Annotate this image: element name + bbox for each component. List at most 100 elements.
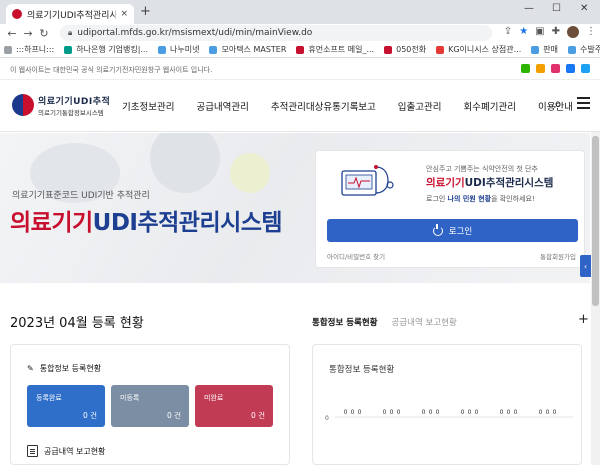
bookmark-item[interactable]: 하나은행 기업뱅킹|...	[64, 44, 148, 55]
nav-item[interactable]: 입출고관리	[398, 99, 442, 113]
logo-title[interactable]: 의료기기UDI추적	[38, 94, 110, 107]
panel-heading-label: 공급내역 보고현황	[44, 446, 106, 456]
status-tabs: 통합정보 등록현황 공급내역 보고현황	[312, 316, 457, 328]
logo-subtitle: 의료기기통합정보시스템	[38, 109, 104, 117]
join-membership-link[interactable]: 통합회원가입	[540, 251, 576, 261]
bookmark-favicon-icon	[64, 45, 73, 54]
bookmark-item[interactable]: 모아텍스 MASTER	[209, 44, 286, 55]
bookmark-favicon-icon	[4, 45, 12, 54]
browser-extension-icons: ⇪ ★ ▣ ✚ ⋮	[504, 26, 596, 38]
data-label: 0	[507, 409, 511, 416]
scrollbar-thumb[interactable]	[592, 136, 599, 306]
site-header: 의료기기UDI추적 의료기기통합정보시스템 기초정보관리 공급내역관리 추적관리대상…	[0, 80, 600, 132]
stat-label: 등록완료	[36, 394, 62, 402]
data-label: 0	[351, 409, 355, 416]
stat-label: 미완료	[204, 394, 224, 402]
data-label: 0	[475, 409, 479, 416]
panel-heading-supply: 공급내역 보고현황	[27, 445, 105, 457]
puzzle-icon[interactable]: ✚	[552, 26, 560, 38]
find-id-password-link[interactable]: 아이디/비밀번호 찾기	[327, 251, 385, 261]
sns-icon[interactable]	[551, 64, 560, 73]
chart-title: 통합정보 등록현황	[329, 365, 395, 375]
more-icon[interactable]: ⋮	[586, 26, 596, 38]
bookmark-item[interactable]: :::하프니:::	[4, 44, 54, 55]
bookmark-label: KG이니시스 상점관...	[448, 45, 522, 54]
mfds-logo-icon[interactable]	[12, 94, 34, 116]
login-card-title: 의료기기UDI추적관리시스템	[426, 175, 553, 190]
panel-heading-label: 통합정보 등록현황	[39, 364, 102, 373]
data-label: 0	[539, 409, 543, 416]
share-icon[interactable]: ⇪	[504, 26, 512, 38]
bookmark-favicon-icon	[384, 45, 393, 54]
sns-icon[interactable]	[521, 64, 530, 73]
login-desc-pre: 로그인	[426, 195, 448, 203]
stat-unregistered[interactable]: 미등록 0 건	[111, 385, 189, 427]
data-label: 0	[500, 409, 504, 416]
quick-menu-toggle[interactable]: ‹	[580, 255, 591, 277]
data-label: 0	[514, 409, 518, 416]
search-icon[interactable]: ⌕	[554, 96, 562, 112]
sns-icon[interactable]	[566, 64, 575, 73]
maximize-icon[interactable]: ☐	[552, 3, 561, 14]
data-label: 0	[461, 409, 465, 416]
nav-item[interactable]: 회수폐기관리	[464, 99, 516, 113]
bookmark-label: :::하프니:::	[16, 45, 55, 54]
new-tab-button[interactable]: +	[140, 4, 151, 19]
sns-icon[interactable]	[536, 64, 545, 73]
stat-incomplete[interactable]: 미완료 0 건	[195, 385, 273, 427]
bookmark-item[interactable]: KG이니시스 상점관...	[436, 44, 521, 55]
sns-links	[521, 64, 590, 73]
data-label: 0	[358, 409, 362, 416]
tab-integrated-info[interactable]: 통합정보 등록현황	[312, 316, 378, 328]
data-label: 0	[344, 409, 348, 416]
stat-label: 미등록	[120, 394, 140, 402]
extension-icon[interactable]: ▣	[535, 26, 544, 38]
bookmark-label: 수발주 웹서비스	[579, 45, 600, 54]
tab-supply-report[interactable]: 공급내역 보고현황	[392, 316, 457, 328]
url-text: udiportal.mfds.go.kr/msismext/udi/min/ma…	[77, 28, 313, 38]
data-label: 0	[468, 409, 472, 416]
data-label: 0	[397, 409, 401, 416]
more-plus-button[interactable]: +	[578, 312, 589, 327]
bookmark-label: 판매	[543, 45, 558, 54]
data-label: 0	[422, 409, 426, 416]
medical-device-illustration	[341, 165, 394, 196]
panel-heading: ✎ 통합정보 등록현황	[27, 363, 101, 374]
browser-tab[interactable]: 의료기기UDI추적관리시스템 ×	[6, 4, 134, 24]
bookmark-item[interactable]: 050전화	[384, 44, 426, 55]
close-window-icon[interactable]: ✕	[580, 3, 588, 14]
notice-text: 이 웹사이트는 대한민국 공식 의료기기전자민원창구 웹사이트 입니다.	[10, 66, 213, 74]
login-title-red: 의료기기	[426, 177, 465, 189]
nav-item[interactable]: 공급내역관리	[196, 99, 248, 113]
status-section-title: 2023년 04월 등록 현황	[10, 312, 144, 331]
bookmark-item[interactable]: 휴먼소프트 메일_...	[296, 44, 374, 55]
bookmark-item[interactable]: 나누미넷	[158, 44, 199, 55]
close-tab-icon[interactable]: ×	[120, 9, 128, 19]
status-title-rest: 등록 현황	[87, 316, 144, 331]
forward-icon[interactable]: →	[20, 27, 36, 40]
menu-icon[interactable]	[577, 97, 590, 109]
bookmark-item[interactable]: 수발주 웹서비스	[567, 44, 600, 55]
login-button[interactable]: 로그인	[327, 219, 578, 242]
page-scrollbar[interactable]	[591, 132, 600, 465]
bookmark-item[interactable]: 판매	[531, 44, 558, 55]
bookmark-favicon-icon	[531, 45, 540, 54]
minimize-icon[interactable]: —	[524, 3, 534, 14]
data-label: 0	[546, 409, 550, 416]
back-icon[interactable]: ←	[4, 27, 20, 40]
bookmark-favicon-icon	[436, 45, 445, 54]
data-label: 0	[553, 409, 557, 416]
nav-item[interactable]: 추적관리대상유통기록보고	[271, 99, 376, 113]
browser-tabbar: 의료기기UDI추적관리시스템 × + — ☐ ✕	[0, 0, 600, 24]
star-icon[interactable]: ★	[519, 26, 528, 38]
nav-item[interactable]: 기초정보관리	[122, 99, 174, 113]
hero-subtitle: 의료기기표준코드 UDI기반 추적관리	[12, 191, 150, 201]
data-label: 0	[436, 409, 440, 416]
profile-avatar[interactable]	[567, 26, 579, 38]
data-label: 0	[390, 409, 394, 416]
address-bar[interactable]: 🔒︎ udiportal.mfds.go.kr/msismext/udi/min…	[60, 25, 492, 41]
bookmark-favicon-icon	[296, 45, 305, 54]
sns-icon[interactable]	[581, 64, 590, 73]
stat-registered[interactable]: 등록완료 0 건	[27, 385, 105, 427]
reload-icon[interactable]: ↻	[36, 27, 52, 40]
